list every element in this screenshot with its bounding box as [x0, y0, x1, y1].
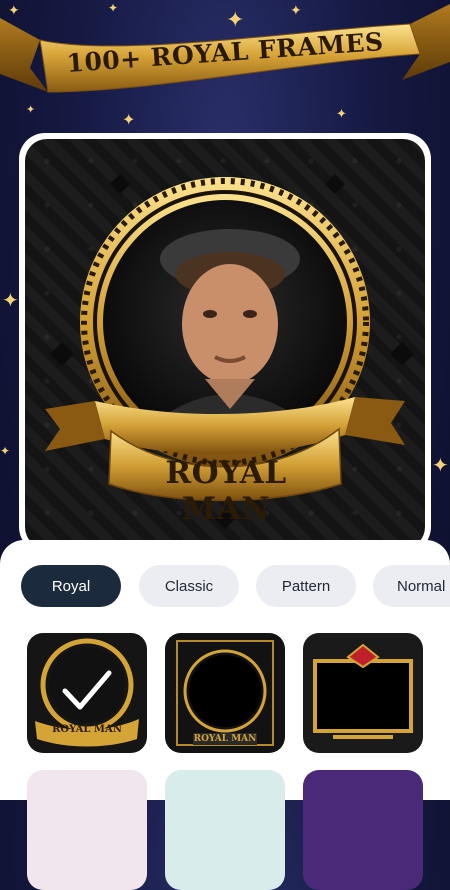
sparkle-icon: ✦ — [432, 453, 449, 477]
frame-picker-sheet: Royal Classic Pattern Normal ROYAL MAN R… — [0, 540, 450, 890]
category-chip-royal[interactable]: Royal — [21, 565, 121, 607]
category-chip-normal[interactable]: Normal — [373, 565, 450, 607]
chip-label: Classic — [164, 577, 214, 595]
frame-thumbnail-4[interactable] — [27, 770, 147, 890]
chip-label: Normal — [397, 577, 446, 595]
frame-ribbon-text: ROYAL MAN — [165, 455, 287, 527]
frame-preview[interactable]: ROYAL MAN — [25, 139, 425, 549]
frame-thumbnail-6[interactable] — [303, 770, 423, 890]
frame-thumbnail-3[interactable] — [303, 633, 423, 753]
frame-thumbnail-graphic — [313, 643, 413, 739]
sparkle-icon: ✦ — [0, 444, 11, 458]
category-chip-pattern[interactable]: Pattern — [256, 565, 356, 607]
frame-preview-card[interactable]: ROYAL MAN — [19, 133, 431, 553]
frame-thumbnail-2[interactable]: ROYAL MAN — [165, 633, 285, 753]
chip-label: Royal — [51, 577, 91, 595]
frame-thumbnail-5[interactable] — [165, 770, 285, 890]
title-banner: 100+ ROYAL FRAMES — [0, 0, 450, 130]
chip-label: Pattern — [281, 577, 331, 595]
category-chip-classic[interactable]: Classic — [139, 565, 239, 607]
sparkle-icon: ✦ — [2, 288, 19, 312]
thumbnail-caption: ROYAL MAN — [193, 734, 257, 744]
check-icon — [62, 670, 112, 710]
frame-thumbnail-1[interactable]: ROYAL MAN — [27, 633, 147, 753]
